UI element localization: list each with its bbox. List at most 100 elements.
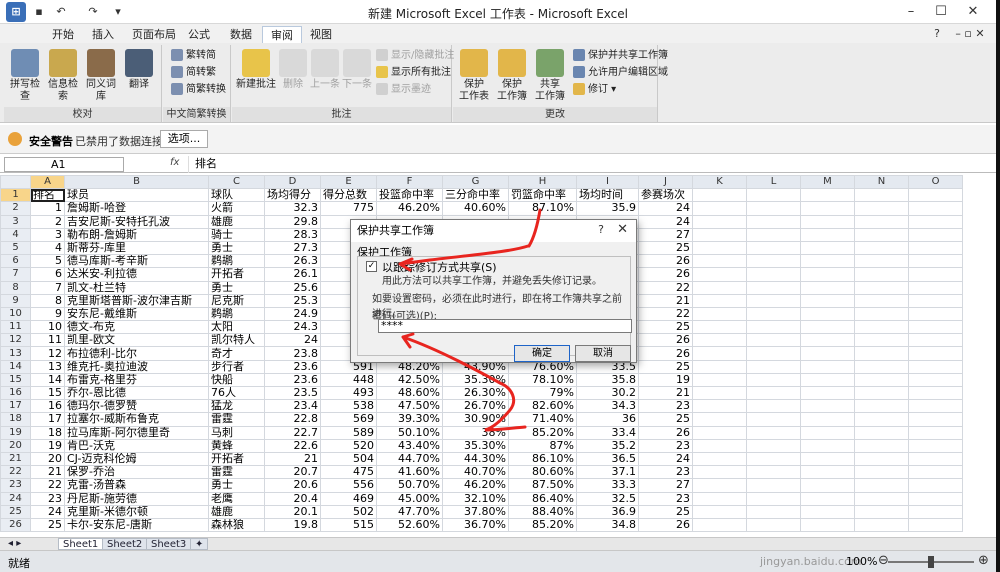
cell[interactable]: 46.20% [442, 478, 509, 493]
cell[interactable] [800, 425, 855, 440]
zoom-level[interactable]: 100% [846, 555, 877, 568]
cell[interactable]: 21 [264, 451, 321, 467]
cell[interactable]: 80.60% [508, 465, 577, 480]
cell[interactable]: 88.40% [508, 504, 577, 519]
cell[interactable] [854, 517, 909, 533]
row-header[interactable]: 9 [0, 293, 31, 308]
cell[interactable] [908, 214, 963, 229]
cell[interactable] [800, 306, 855, 322]
allow-edit-ranges-button[interactable]: 允许用户编辑区域 [573, 65, 668, 81]
cell[interactable]: 43.40% [376, 438, 443, 453]
cell[interactable]: 25.3 [264, 293, 321, 308]
cell[interactable]: 42.50% [376, 372, 443, 388]
cell[interactable]: 场均时间 [576, 188, 639, 203]
column-header-k[interactable]: K [692, 175, 747, 190]
cell[interactable] [800, 293, 855, 308]
cell[interactable]: 开拓者 [208, 451, 265, 467]
cell[interactable]: 504 [320, 451, 377, 467]
cell[interactable]: 16 [30, 399, 65, 414]
cell[interactable] [692, 478, 747, 493]
cell[interactable] [746, 254, 801, 269]
cell[interactable] [692, 385, 747, 401]
cell[interactable] [908, 359, 963, 374]
cell[interactable]: 排名 [30, 188, 65, 203]
cell[interactable] [908, 438, 963, 453]
row-header[interactable]: 19 [0, 425, 31, 440]
cell[interactable]: 8 [30, 293, 65, 308]
cell[interactable] [854, 491, 909, 506]
cell[interactable] [692, 320, 747, 335]
cell[interactable] [854, 320, 909, 335]
row-header[interactable]: 13 [0, 346, 31, 361]
cell[interactable]: 克雷-汤普森 [64, 478, 209, 493]
show-hide-comment-button[interactable]: 显示/隐藏批注 [376, 48, 454, 64]
cell[interactable]: 25 [638, 504, 693, 519]
cell[interactable] [800, 504, 855, 519]
cell[interactable] [692, 504, 747, 519]
cell[interactable]: 86.10% [508, 451, 577, 467]
cell[interactable]: 35.9 [576, 201, 639, 216]
cell[interactable] [800, 214, 855, 229]
cell[interactable] [854, 372, 909, 388]
cell[interactable]: 27 [638, 227, 693, 242]
cell[interactable] [746, 359, 801, 374]
cell[interactable]: 87.10% [508, 201, 577, 216]
cell[interactable]: 20.7 [264, 465, 321, 480]
cell[interactable]: 38% [442, 425, 509, 440]
cell[interactable]: 吉安尼斯-安特托孔波 [64, 214, 209, 229]
cell[interactable] [800, 240, 855, 256]
column-header-c[interactable]: C [208, 175, 265, 190]
cell[interactable] [692, 399, 747, 414]
cell[interactable] [746, 227, 801, 242]
cell[interactable]: 79% [508, 385, 577, 401]
cell[interactable]: 556 [320, 478, 377, 493]
cell[interactable]: 克里斯-米德尔顿 [64, 504, 209, 519]
translate-button[interactable]: 翻译 [120, 47, 158, 105]
cell[interactable]: 71.40% [508, 412, 577, 427]
spell-check-button[interactable]: 拼写检查 [6, 47, 44, 105]
cell[interactable] [908, 293, 963, 308]
column-header-n[interactable]: N [854, 175, 909, 190]
cell[interactable]: 凯尔特人 [208, 333, 265, 348]
cell[interactable]: 23 [638, 491, 693, 506]
show-all-comments-button[interactable]: 显示所有批注 [376, 65, 451, 81]
tab-formulas[interactable]: 公式 [180, 26, 218, 43]
cell[interactable] [692, 201, 747, 216]
cell[interactable] [800, 399, 855, 414]
cell[interactable] [746, 491, 801, 506]
cell[interactable]: 20.6 [264, 478, 321, 493]
cell[interactable] [908, 188, 963, 203]
tab-data[interactable]: 数据 [222, 26, 260, 43]
cell[interactable]: 詹姆斯-哈登 [64, 201, 209, 216]
cell[interactable]: 20 [30, 451, 65, 467]
cell[interactable] [746, 320, 801, 335]
cell[interactable]: 步行者 [208, 359, 265, 374]
delete-comment-button[interactable]: 删除 [278, 47, 308, 105]
cell[interactable]: 48.60% [376, 385, 443, 401]
cell[interactable] [692, 517, 747, 533]
cell[interactable] [800, 346, 855, 361]
share-workbook-button[interactable]: 共享 工作簿 [531, 47, 569, 105]
cell[interactable] [746, 188, 801, 203]
cell[interactable]: 24 [30, 504, 65, 519]
row-header[interactable]: 20 [0, 438, 31, 453]
sheet-tab-1[interactable]: Sheet1 [58, 538, 104, 550]
column-header-o[interactable]: O [908, 175, 963, 190]
cell[interactable]: 1 [30, 201, 65, 216]
cell[interactable] [800, 478, 855, 493]
cell[interactable]: 22 [30, 478, 65, 493]
cell[interactable] [854, 280, 909, 295]
cell[interactable] [692, 465, 747, 480]
insert-sheet-icon[interactable]: ✦ [190, 538, 209, 550]
cell[interactable] [746, 280, 801, 295]
cell[interactable] [746, 346, 801, 361]
cell[interactable]: 乔尔-恩比德 [64, 385, 209, 401]
cell[interactable] [746, 372, 801, 388]
cell[interactable]: 44.70% [376, 451, 443, 467]
cell[interactable] [746, 240, 801, 256]
cell[interactable] [854, 412, 909, 427]
row-header[interactable]: 14 [0, 359, 31, 374]
row-header[interactable]: 7 [0, 267, 31, 282]
cell[interactable] [746, 465, 801, 480]
cell[interactable]: 20.1 [264, 504, 321, 519]
